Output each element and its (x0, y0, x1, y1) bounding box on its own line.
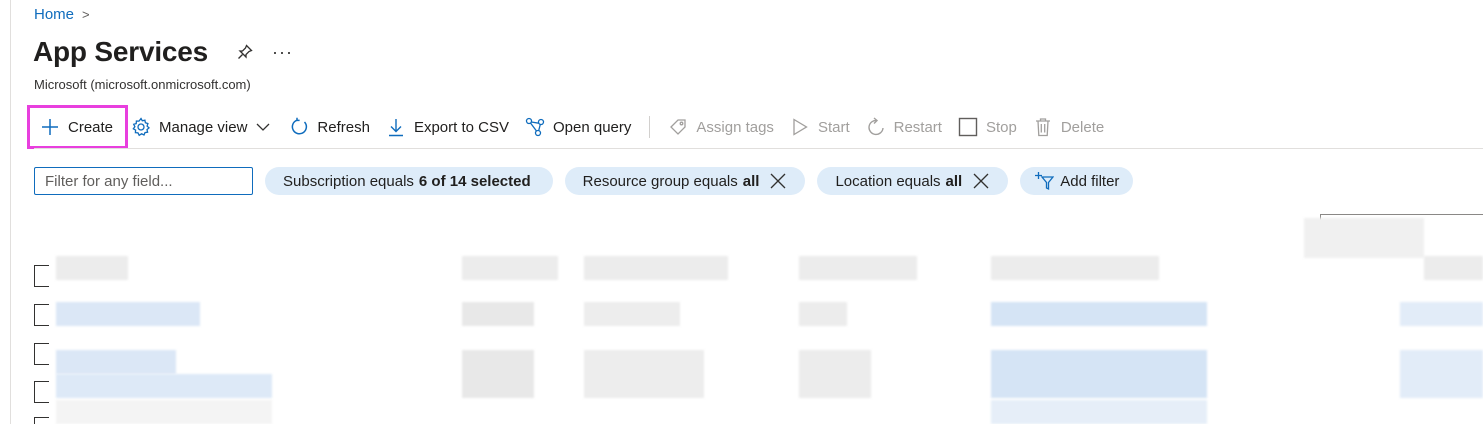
start-button[interactable]: Start (782, 110, 858, 144)
stop-button[interactable]: Stop (950, 110, 1025, 144)
redacted-cell (1400, 350, 1483, 398)
filter-bar: Subscription equals 6 of 14 selected Res… (34, 167, 1134, 195)
breadcrumb: Home > (34, 6, 90, 23)
more-options-icon[interactable]: ··· (272, 42, 293, 63)
redacted-header (991, 256, 1159, 280)
close-icon[interactable] (769, 172, 787, 190)
export-csv-button[interactable]: Export to CSV (378, 110, 517, 144)
trash-icon (1033, 117, 1053, 137)
subscription-filter-prefix: Subscription equals (283, 172, 414, 190)
pin-icon[interactable] (234, 41, 256, 63)
create-button[interactable]: Create (26, 105, 129, 149)
gear-icon (131, 117, 151, 137)
add-filter-icon (1034, 171, 1055, 191)
add-filter-button[interactable]: Add filter (1020, 167, 1134, 195)
redacted-cell (56, 400, 272, 424)
redacted-cell (1400, 302, 1483, 326)
download-icon (386, 117, 406, 137)
stop-icon (958, 117, 978, 137)
assign-tags-label: Assign tags (696, 118, 774, 136)
redacted-header (584, 256, 728, 280)
refresh-icon (289, 117, 309, 137)
subscription-filter-pill[interactable]: Subscription equals 6 of 14 selected (265, 167, 553, 195)
tag-icon (668, 117, 688, 137)
open-query-label: Open query (553, 118, 632, 136)
close-icon[interactable] (972, 172, 990, 190)
redacted-cell (56, 374, 272, 398)
redacted-header (799, 256, 917, 280)
redacted-cell (584, 302, 680, 326)
page-title: App Services (33, 36, 209, 67)
redacted-header (1304, 218, 1424, 258)
refresh-button[interactable]: Refresh (281, 110, 378, 144)
resource-group-filter-pill[interactable]: Resource group equals all (564, 167, 806, 195)
delete-button[interactable]: Delete (1025, 110, 1112, 144)
open-query-button[interactable]: Open query (517, 110, 639, 144)
command-bar: Create Manage view Refresh Export to CSV… (26, 105, 1112, 149)
redacted-cell (462, 302, 534, 326)
start-label: Start (817, 118, 850, 136)
delete-label: Delete (1060, 118, 1105, 136)
filter-search-input[interactable] (34, 167, 253, 195)
redacted-cell (56, 350, 176, 374)
redacted-cell (991, 350, 1207, 398)
resource-group-filter-value: all (742, 172, 760, 190)
chevron-down-icon (253, 117, 273, 137)
redacted-cell (799, 350, 871, 398)
restart-label: Restart (893, 118, 942, 136)
blade-left-border (10, 0, 11, 424)
resource-list-redacted (34, 212, 1483, 424)
create-button-label: Create (68, 118, 114, 136)
subscription-filter-value: 6 of 14 selected (418, 172, 531, 190)
redacted-header (462, 256, 558, 280)
manage-view-button[interactable]: Manage view (125, 110, 281, 144)
restart-button[interactable]: Restart (858, 110, 950, 144)
select-all-checkbox[interactable] (34, 265, 49, 287)
restart-icon (866, 117, 886, 137)
redacted-header (56, 256, 128, 280)
export-csv-label: Export to CSV (413, 118, 509, 136)
toolbar-divider-line (34, 148, 1483, 149)
breadcrumb-home-link[interactable]: Home (34, 6, 74, 23)
redacted-cell (799, 302, 847, 326)
toolbar-divider (649, 116, 651, 138)
row-checkbox[interactable] (34, 343, 49, 365)
add-filter-label: Add filter (1060, 172, 1120, 190)
assign-tags-button[interactable]: Assign tags (660, 110, 782, 144)
play-icon (790, 117, 810, 137)
resource-group-filter-prefix: Resource group equals (582, 172, 738, 190)
location-filter-value: all (945, 172, 963, 190)
row-checkbox[interactable] (34, 417, 49, 424)
manage-view-label: Manage view (159, 118, 248, 136)
stop-label: Stop (985, 118, 1017, 136)
redacted-cell (584, 350, 704, 398)
row-checkbox[interactable] (34, 381, 49, 403)
location-filter-prefix: Location equals (835, 172, 941, 190)
redacted-cell (991, 302, 1207, 326)
plus-icon (40, 117, 60, 137)
redacted-header (1424, 256, 1483, 280)
directory-subtitle: Microsoft (microsoft.onmicrosoft.com) (34, 77, 251, 92)
title-row: App Services ··· (33, 36, 293, 68)
query-graph-icon (525, 117, 545, 137)
location-filter-pill[interactable]: Location equals all (817, 167, 1009, 195)
row-checkbox[interactable] (34, 304, 49, 326)
redacted-cell (991, 400, 1207, 424)
chevron-right-icon: > (82, 7, 90, 22)
redacted-cell (462, 350, 534, 398)
refresh-label: Refresh (317, 118, 370, 136)
redacted-cell (56, 302, 200, 326)
